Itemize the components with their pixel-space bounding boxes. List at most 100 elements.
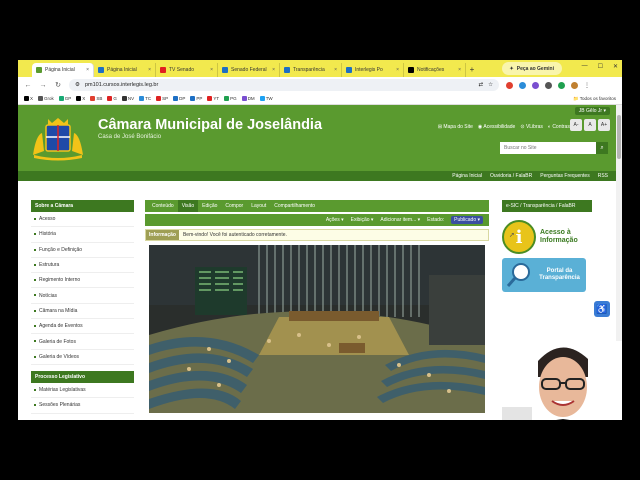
search-icon[interactable]: ⌕ (596, 142, 608, 154)
browser-tab[interactable]: Transparência × (280, 63, 342, 77)
maximize-icon[interactable]: ☐ (598, 63, 603, 70)
back-icon[interactable]: ← (24, 82, 32, 89)
sidebar-item[interactable]: Função e Definição (31, 243, 134, 258)
site-info-icon[interactable]: ⚙ (75, 82, 80, 88)
top-nav-link[interactable]: Ouvidoria / FalaBR (490, 173, 532, 179)
tab-close-icon[interactable]: × (458, 67, 461, 73)
bookmark-item[interactable]: Grok (38, 96, 54, 101)
tab-close-icon[interactable]: × (396, 67, 399, 73)
sidebar-item[interactable]: Galeria de Vídeos (31, 350, 134, 365)
bookmark-label: Grok (44, 96, 54, 101)
translate-icon[interactable]: ⇄ (478, 82, 483, 88)
gemini-button[interactable]: ✦ Peça ao Gemini (501, 62, 562, 75)
editor-action-menu[interactable]: Ações ▾ (326, 217, 344, 223)
font-size-button[interactable]: A+ (598, 119, 610, 131)
tab-close-icon[interactable]: × (148, 67, 151, 73)
bookmark-label: X (30, 96, 34, 101)
magnifier-icon (506, 263, 530, 287)
editor-action-menu[interactable]: Adicionar item... ▾ (380, 217, 420, 223)
all-bookmarks[interactable]: 📁 Todos os favoritos (573, 96, 616, 102)
extension-icon[interactable] (532, 81, 539, 89)
extension-icon[interactable] (545, 81, 552, 89)
tab-close-icon[interactable]: × (210, 67, 213, 73)
browser-tab[interactable]: Interlegis Po × (342, 63, 404, 77)
top-nav-link[interactable]: Página Inicial (452, 173, 482, 179)
bookmark-item[interactable]: PP (190, 96, 202, 101)
bookmark-item[interactable]: PG (224, 96, 237, 101)
accessibility-icon[interactable]: ♿ (594, 301, 610, 317)
browser-tab[interactable]: Página Inicial × (94, 63, 156, 77)
forward-icon[interactable]: → (39, 82, 47, 89)
sidebar-item[interactable]: Sessões Plenárias (31, 398, 134, 414)
extension-icon[interactable] (558, 81, 565, 89)
url-input[interactable]: ⚙ pm101.cursos.interlegis.leg.br ⇄ ☆ (69, 79, 499, 91)
tab-close-icon[interactable]: × (86, 67, 89, 73)
bookmark-item[interactable]: DM (241, 96, 255, 101)
bookmark-item[interactable]: G (107, 96, 117, 101)
editor-tab[interactable]: Conteúdo (148, 200, 178, 212)
font-size-button[interactable]: A- (570, 119, 582, 131)
editor-tab[interactable]: Edição (198, 200, 221, 212)
sidebar-heading-sobre: Sobre a Câmara (31, 200, 134, 212)
esic-heading[interactable]: e-SIC / Transparência / FalaBR (502, 200, 592, 212)
bookmark-item[interactable]: GP (58, 96, 71, 101)
browser-tab[interactable]: Notificações × (404, 63, 466, 77)
bookmark-item[interactable]: NV (121, 96, 135, 101)
user-menu-button[interactable]: JB Gêlo Jr ▾ (574, 107, 610, 115)
info-label: Informação (146, 230, 179, 240)
tab-close-icon[interactable]: × (272, 67, 275, 73)
bookmark-item[interactable]: SB (90, 96, 102, 101)
extension-icon[interactable] (519, 81, 526, 89)
acesso-informacao-banner[interactable]: i Acesso à Informação (502, 220, 592, 254)
browser-tab[interactable]: Página Inicial × (32, 63, 94, 77)
new-tab-button[interactable]: + (466, 63, 478, 77)
editor-tab[interactable]: Compartilhamento (270, 200, 319, 212)
editor-action-menu[interactable]: Exibição ▾ (351, 217, 374, 223)
webcam-overlay (502, 341, 622, 420)
sidebar-item[interactable]: Regimento Interno (31, 273, 134, 289)
sidebar-item[interactable]: Matérias Legislativas (31, 383, 134, 399)
menu-icon[interactable]: ⋮ (584, 82, 590, 89)
scrollbar-thumb[interactable] (617, 115, 621, 159)
sidebar-item[interactable]: Estrutura (31, 258, 134, 274)
sidebar-item[interactable]: História (31, 227, 134, 243)
font-size-button[interactable]: A (584, 119, 596, 131)
sidebar-item[interactable]: Agenda de Eventos (31, 319, 134, 335)
bookmark-label: NV (127, 96, 135, 101)
bookmark-item[interactable]: YT (207, 96, 219, 101)
site-title[interactable]: Câmara Municipal de Joselândia (98, 117, 322, 133)
header-link[interactable]: ⊞ Mapa do Site (438, 124, 473, 130)
tab-close-icon[interactable]: × (334, 67, 337, 73)
search-input[interactable] (500, 142, 596, 154)
state-dropdown[interactable]: Publicado ▾ (451, 216, 483, 224)
sidebar-item[interactable]: Câmara na Mídia (31, 304, 134, 320)
bookmark-item[interactable]: SP (156, 96, 168, 101)
plenary-video[interactable] (149, 245, 485, 413)
browser-tab[interactable]: TV Senado × (156, 63, 218, 77)
bookmark-item[interactable]: TC (139, 96, 151, 101)
profile-avatar[interactable] (571, 81, 578, 89)
header-link[interactable]: ◉ Acessibilidade (478, 124, 515, 130)
browser-tab[interactable]: Senado Federal × (218, 63, 280, 77)
minimize-icon[interactable]: — (582, 63, 588, 70)
all-bookmarks-label: Todos os favoritos (579, 95, 616, 101)
bookmark-label: DP (179, 96, 186, 101)
bookmark-item[interactable]: X (24, 96, 33, 101)
bookmark-star-icon[interactable]: ☆ (488, 82, 493, 88)
top-nav-link[interactable]: Perguntas Frequentes (540, 173, 589, 179)
extension-icon[interactable] (506, 81, 513, 89)
bookmark-item[interactable]: TW (259, 96, 273, 101)
portal-transparencia-banner[interactable]: Portal da Transparência (502, 258, 586, 292)
sidebar-item[interactable]: Notícias (31, 288, 134, 304)
editor-tab[interactable]: Visão (177, 200, 199, 212)
bookmark-item[interactable]: DP (173, 96, 185, 101)
sidebar-item[interactable]: Acesso (31, 212, 134, 228)
close-icon[interactable]: ✕ (613, 63, 618, 70)
top-nav-link[interactable]: RSS (598, 173, 608, 179)
bookmark-item[interactable]: X (76, 96, 85, 101)
editor-tab[interactable]: Compor (221, 200, 247, 212)
header-link[interactable]: ⊙ VLibras (520, 124, 543, 130)
reload-icon[interactable]: ↻ (54, 81, 62, 89)
editor-tab[interactable]: Layout (247, 200, 270, 212)
sidebar-item[interactable]: Galeria de Fotos (31, 334, 134, 350)
